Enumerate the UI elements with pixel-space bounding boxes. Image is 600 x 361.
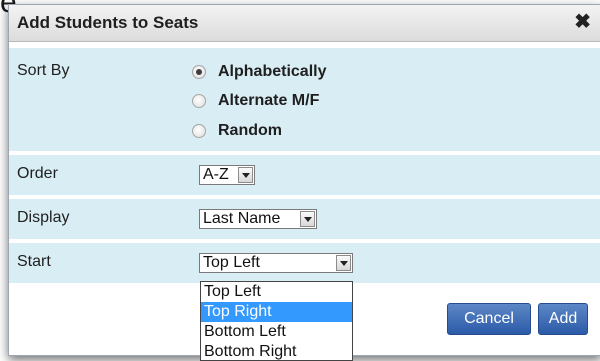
start-dropdown-list: Top Left Top Right Bottom Left Bottom Ri… (200, 281, 353, 361)
close-icon[interactable]: ✖ (574, 11, 591, 33)
radio-button-random[interactable] (192, 124, 206, 138)
display-select[interactable]: Last Name (199, 209, 317, 229)
start-select[interactable]: Top Left (199, 253, 353, 273)
radio-button-alternate-mf[interactable] (192, 94, 206, 108)
sort-by-row: Sort By Alphabetically Alternate M/F Ran… (9, 48, 600, 151)
dropdown-option-bottom-left[interactable]: Bottom Left (201, 322, 352, 342)
dropdown-option-bottom-right[interactable]: Bottom Right (201, 342, 352, 360)
order-row: Order A-Z (9, 155, 600, 195)
add-students-dialog: Add Students to Seats ✖ Sort By Alphabet… (8, 4, 600, 361)
dropdown-option-top-right[interactable]: Top Right (201, 302, 352, 322)
dialog-title: Add Students to Seats (17, 13, 199, 32)
chevron-down-icon[interactable] (336, 255, 351, 271)
cancel-button[interactable]: Cancel (447, 303, 531, 335)
dropdown-option-top-left[interactable]: Top Left (201, 282, 352, 302)
radio-option-alternate-mf[interactable]: Alternate M/F (192, 92, 319, 110)
display-select-value: Last Name (203, 210, 281, 227)
start-select-value: Top Left (203, 254, 260, 271)
display-label: Display (17, 209, 70, 226)
chevron-down-icon[interactable] (300, 211, 315, 227)
radio-label-random: Random (218, 122, 282, 139)
dialog-titlebar: Add Students to Seats ✖ (9, 5, 600, 42)
order-label: Order (17, 165, 58, 182)
display-row: Display Last Name (9, 199, 600, 239)
sort-by-label: Sort By (17, 62, 70, 79)
order-select-value: A-Z (203, 166, 229, 183)
add-button[interactable]: Add (538, 303, 588, 335)
chevron-down-icon[interactable] (238, 167, 253, 183)
start-row: Start Top Left (9, 243, 600, 283)
start-label: Start (17, 253, 51, 270)
radio-option-alphabetically[interactable]: Alphabetically (192, 63, 326, 81)
radio-option-random[interactable]: Random (192, 122, 282, 140)
radio-label-alphabetically: Alphabetically (218, 63, 327, 80)
radio-label-alternate-mf: Alternate M/F (218, 92, 320, 109)
order-select[interactable]: A-Z (199, 165, 255, 185)
radio-button-alphabetically[interactable] (192, 65, 206, 79)
